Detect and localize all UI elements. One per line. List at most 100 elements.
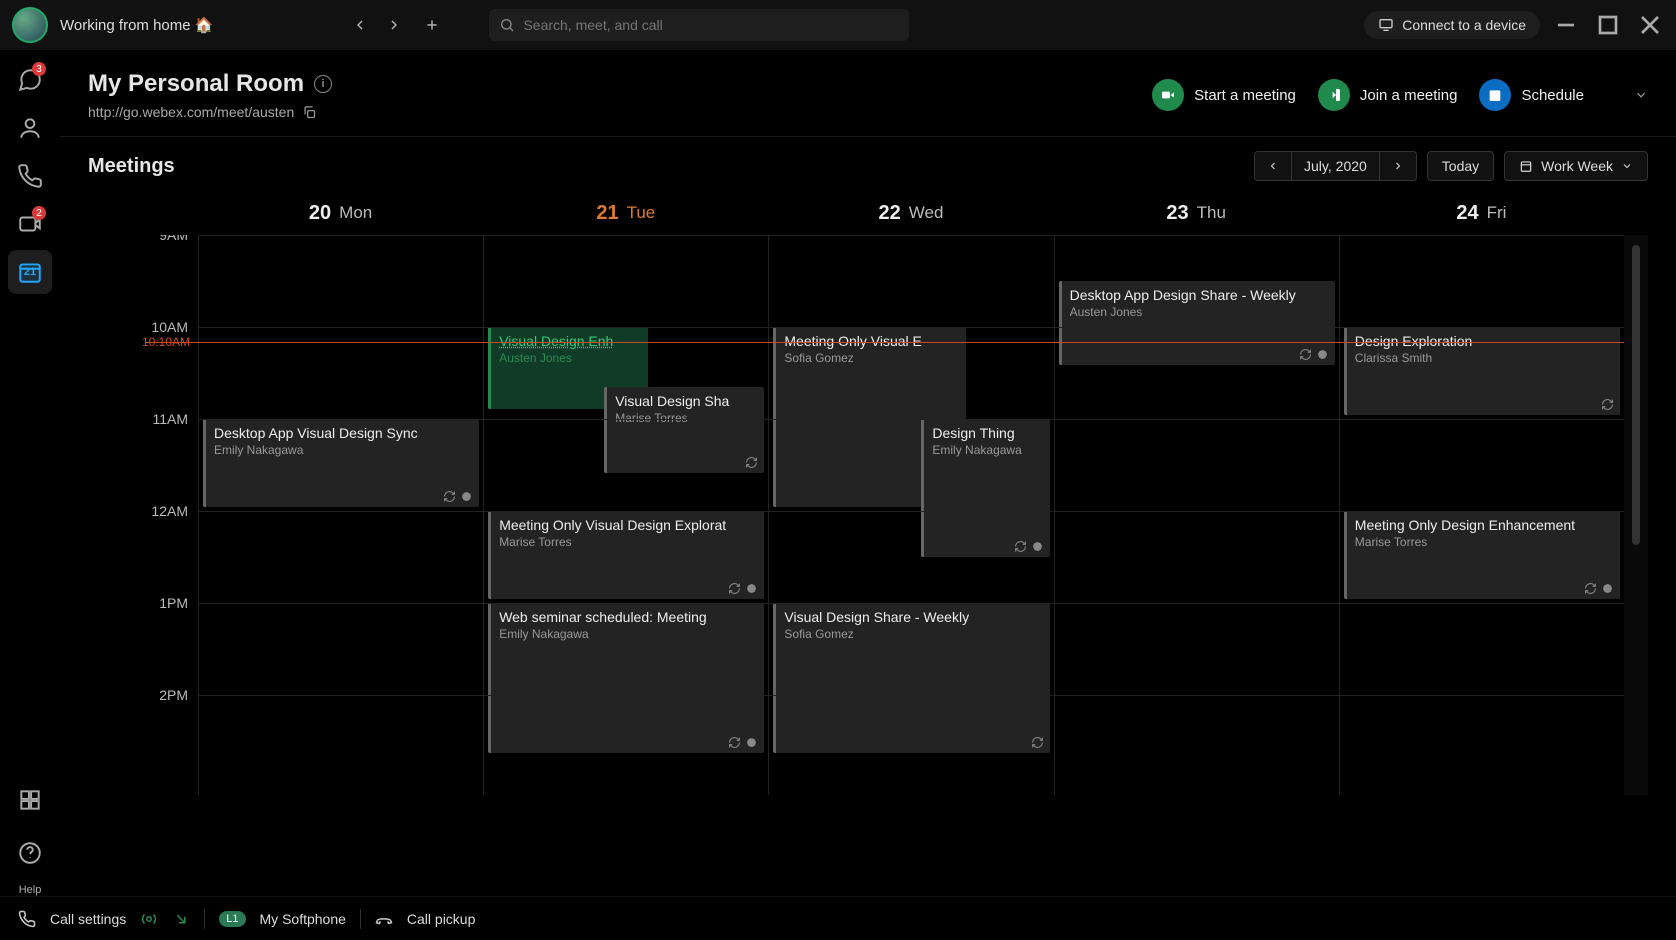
time-label: 9AM (88, 235, 198, 319)
info-icon[interactable]: i (314, 75, 332, 93)
event-host: Sofia Gomez (784, 627, 1041, 641)
day-header[interactable]: 23Thu (1054, 191, 1339, 235)
event-title: Meeting Only Visual Design Explorat (499, 517, 756, 533)
calendar-event[interactable]: Desktop App Visual Design SyncEmily Naka… (203, 419, 479, 507)
calendar-event[interactable]: Meeting Only Visual Design Explorat Maris… (488, 511, 764, 599)
sidebar-apps[interactable] (8, 778, 52, 822)
hour-line (198, 327, 1624, 328)
event-host: Emily Nakagawa (932, 443, 1041, 457)
divider (360, 909, 361, 929)
calendar-event[interactable]: Desktop App Design Share - WeeklyAusten … (1059, 281, 1335, 365)
time-grid[interactable]: 9AM10AM11AM12AM1PM2PM Desktop App Visual… (88, 235, 1648, 795)
sidebar-contacts[interactable] (8, 106, 52, 150)
calendar-event[interactable]: Design ExplorationClarissa Smith (1344, 327, 1620, 415)
next-week-button[interactable] (1380, 152, 1416, 180)
room-title: My Personal Room i (88, 70, 1152, 98)
forward-icon (172, 910, 190, 928)
time-label: 10AM (88, 319, 198, 411)
event-host: Marise Torres (499, 535, 756, 549)
join-meeting-button[interactable]: Join a meeting (1318, 79, 1458, 111)
user-avatar[interactable] (12, 7, 48, 43)
call-settings-button[interactable]: Call settings (50, 911, 126, 927)
month-label[interactable]: July, 2020 (1292, 152, 1380, 180)
sidebar-chat[interactable]: 3 (8, 58, 52, 102)
calendar-day-number: 21 (24, 266, 36, 278)
room-url[interactable]: http://go.webex.com/meet/austen (88, 104, 294, 120)
calendar-event[interactable]: Visual Design Share - WeeklySofia Gomez (773, 603, 1049, 753)
sidebar-help[interactable] (8, 826, 52, 880)
event-host: Marise Torres (1355, 535, 1612, 549)
join-meeting-label: Join a meeting (1360, 87, 1458, 104)
header-actions: Start a meeting Join a meeting Schedule (1152, 70, 1648, 120)
window-close-button[interactable] (1634, 9, 1666, 41)
day-header[interactable]: 24Fri (1339, 191, 1624, 235)
prev-week-button[interactable] (1255, 152, 1292, 180)
event-title: Design Exploration (1355, 333, 1612, 349)
softphone-label[interactable]: My Softphone (260, 911, 346, 927)
hour-line (198, 511, 1624, 512)
help-label: Help (19, 884, 42, 896)
event-icons (728, 582, 758, 595)
schedule-icon (1479, 79, 1511, 111)
sidebar-calendar[interactable]: 21 (8, 250, 52, 294)
connect-device-button[interactable]: Connect to a device (1364, 11, 1540, 39)
call-pickup-button[interactable]: Call pickup (407, 911, 475, 927)
day-header[interactable]: 21Tue (483, 191, 768, 235)
event-title: Web seminar scheduled: Meeting (499, 609, 756, 625)
event-icons (1584, 582, 1614, 595)
sidebar-calls[interactable] (8, 154, 52, 198)
scrollbar[interactable] (1624, 235, 1648, 795)
event-title: Design Thing (932, 425, 1041, 441)
calendar-event[interactable]: Web seminar scheduled: Meeting Emily Naka… (488, 603, 764, 753)
copy-icon[interactable] (302, 105, 317, 120)
start-meeting-label: Start a meeting (1194, 87, 1296, 104)
event-title: Visual Design Sha (615, 393, 756, 409)
window-maximize-button[interactable] (1592, 9, 1624, 41)
time-label: 11AM (88, 411, 198, 503)
date-nav-group: July, 2020 (1254, 151, 1417, 181)
nav-forward-button[interactable] (377, 8, 411, 42)
chevron-down-icon (1621, 160, 1633, 172)
window-minimize-button[interactable] (1550, 9, 1582, 41)
event-icons (1299, 348, 1329, 361)
day-header[interactable]: 20Mon (198, 191, 483, 235)
search-icon (499, 17, 515, 33)
presence-status[interactable]: Working from home 🏠 (60, 16, 213, 34)
time-label: 1PM (88, 595, 198, 687)
new-tab-button[interactable] (415, 8, 449, 42)
search-input[interactable] (523, 17, 899, 33)
app-sidebar: 3 2 21 Help (0, 50, 60, 896)
divider (204, 909, 205, 929)
hour-line (198, 695, 1624, 696)
room-url-row: http://go.webex.com/meet/austen (88, 104, 1152, 120)
today-button[interactable]: Today (1427, 151, 1494, 181)
sidebar-meetings[interactable]: 2 (8, 202, 52, 246)
event-host: Emily Nakagawa (499, 627, 756, 641)
signal-icon (140, 910, 158, 928)
view-select[interactable]: Work Week (1504, 151, 1648, 181)
nav-back-button[interactable] (343, 8, 377, 42)
event-icons (443, 490, 473, 503)
event-icons (1601, 398, 1614, 411)
calendar-icon (1519, 159, 1533, 173)
schedule-button[interactable]: Schedule (1479, 79, 1648, 111)
phone-icon (18, 910, 36, 928)
hour-line (198, 235, 1624, 236)
day-header[interactable]: 22Wed (768, 191, 1053, 235)
now-indicator (146, 342, 1624, 343)
calendar-event[interactable]: Visual Design Sha Marise Torres (604, 387, 764, 473)
day-headers: 20Mon21Tue22Wed23Thu24Fri (88, 191, 1648, 235)
video-icon (1152, 79, 1184, 111)
calendar-event[interactable]: Design Thing Emily Nakagawa (921, 419, 1049, 557)
event-title: Visual Design Enh (499, 333, 640, 349)
line-pill[interactable]: L1 (219, 911, 245, 927)
main-panel: My Personal Room i http://go.webex.com/m… (60, 50, 1676, 896)
meetings-badge: 2 (32, 206, 46, 220)
event-host: Austen Jones (499, 351, 640, 365)
search-bar[interactable] (489, 9, 909, 41)
start-meeting-button[interactable]: Start a meeting (1152, 79, 1296, 111)
event-host: Marise Torres (615, 411, 756, 425)
view-label: Work Week (1541, 158, 1613, 174)
event-title: Meeting Only Design Enhancement (1355, 517, 1612, 533)
calendar-event[interactable]: Meeting Only Design Enhancement Marise To… (1344, 511, 1620, 599)
